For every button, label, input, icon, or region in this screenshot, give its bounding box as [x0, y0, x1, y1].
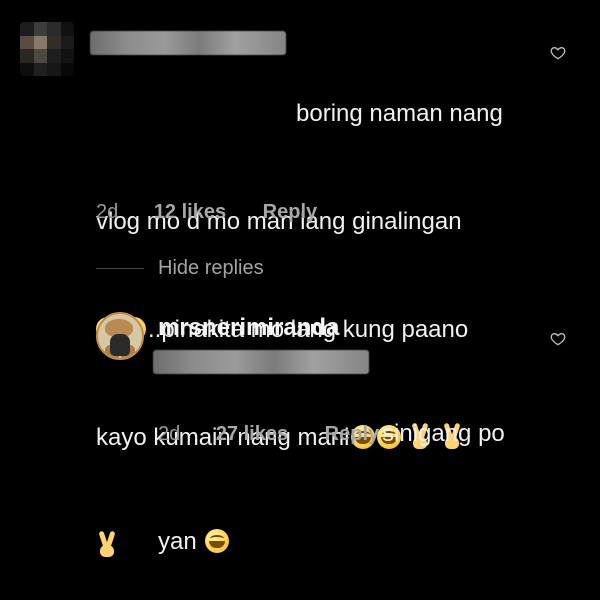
- avatar-mosaic-tile: [60, 22, 74, 36]
- reply-time: 2d: [158, 423, 181, 445]
- reply-heart-button[interactable]: [550, 331, 566, 347]
- avatar-mosaic-tile: [47, 49, 61, 63]
- comment-reply-button[interactable]: Reply: [263, 201, 317, 223]
- reply-avatar[interactable]: [96, 312, 144, 360]
- reply-text-line-2: yan: [158, 528, 197, 555]
- avatar-mosaic-tile: [47, 35, 61, 49]
- comment-avatar[interactable]: [20, 22, 74, 76]
- comment-heart-button[interactable]: [550, 45, 566, 61]
- reply-avatar-shirt-detail: [115, 345, 125, 349]
- avatar-mosaic-tile: [20, 35, 34, 49]
- reply-text-line-1: sinigang po: [382, 420, 505, 447]
- victory-hand-icon: [96, 529, 118, 559]
- replies-divider: [96, 268, 144, 269]
- avatar-mosaic-tile: [47, 62, 61, 76]
- laughing-emoji-icon: [204, 529, 229, 553]
- avatar-mosaic-tile: [47, 22, 61, 36]
- avatar-mosaic-tile: [33, 62, 47, 76]
- avatar-mosaic-tile: [20, 49, 34, 63]
- comment-text-line-1: boring naman nang: [296, 100, 503, 127]
- comment-time: 2d: [96, 201, 119, 223]
- comment-likes-button[interactable]: 12 likes: [154, 201, 226, 223]
- reply-likes-button[interactable]: 27 likes: [216, 423, 288, 445]
- avatar-mosaic-tile: [20, 22, 34, 36]
- avatar-mosaic-tile: [60, 49, 74, 63]
- hide-replies-button[interactable]: Hide replies: [158, 257, 264, 280]
- avatar-mosaic-tile: [20, 62, 34, 76]
- avatar-mosaic-tile: [33, 22, 47, 36]
- comment-meta: 2d 12 likes Reply: [96, 201, 317, 224]
- reply-comment-text: sinigang po yan: [158, 344, 518, 596]
- heart-outline-icon: [550, 46, 566, 60]
- avatar-mosaic-tile: [60, 35, 74, 49]
- comment-line-1: boring naman nang: [96, 96, 541, 132]
- avatar-mosaic-tile: [33, 49, 47, 63]
- reply-meta: 2d 27 likes Reply: [158, 423, 379, 446]
- heart-outline-icon: [550, 332, 566, 346]
- avatar-mosaic-tile: [33, 35, 47, 49]
- reply-reply-button[interactable]: Reply: [325, 423, 379, 445]
- avatar-mosaic-tile: [60, 62, 74, 76]
- reply-line-2: yan: [158, 524, 518, 560]
- reply-username[interactable]: mrsnerimiranda: [158, 314, 339, 342]
